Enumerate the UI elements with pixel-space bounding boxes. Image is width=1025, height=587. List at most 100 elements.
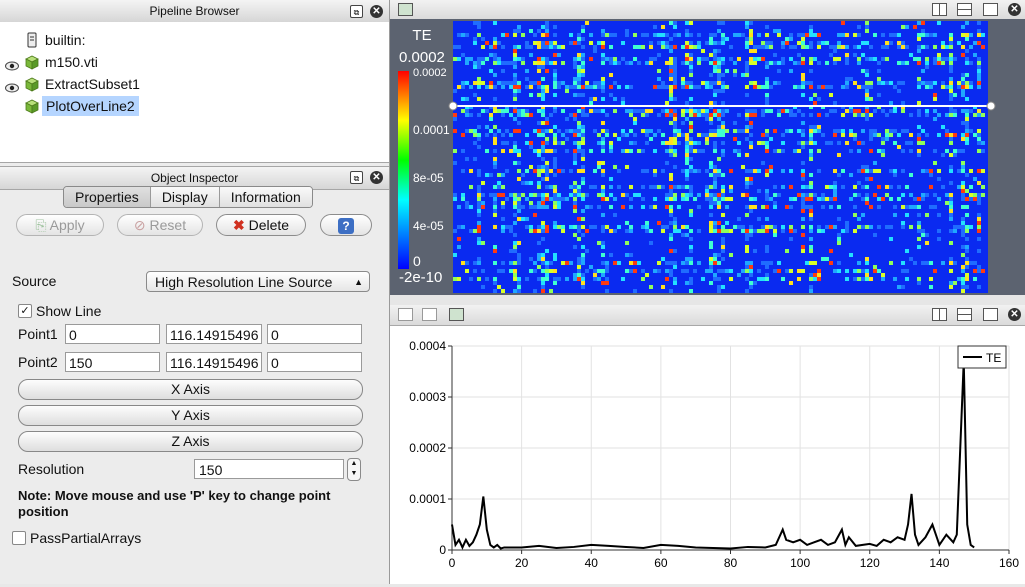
pipeline-item[interactable]: PlotOverLine2 <box>0 96 389 116</box>
apply-button[interactable]: ⎘ Apply <box>16 214 104 236</box>
help-button[interactable]: ? <box>320 214 372 236</box>
left-panel: Pipeline Browser ⧉ ✕ builtin: m150.vti Ext… <box>0 0 390 584</box>
color-legend-label-max: 0.0002 <box>399 49 445 66</box>
probe-point2-handle <box>986 101 996 111</box>
resolution-label: Resolution <box>18 461 85 477</box>
reset-button[interactable]: ⊘ Reset <box>117 214 203 236</box>
close-view-icon[interactable]: ✕ <box>1008 3 1021 16</box>
x-tick-label: 80 <box>724 556 738 570</box>
pipeline-item-label: m150.vti <box>45 54 98 70</box>
x-tick-label: 60 <box>654 556 668 570</box>
x-tick-label: 0 <box>449 556 456 570</box>
legend-label: TE <box>986 351 1001 365</box>
eye-icon[interactable] <box>5 56 19 71</box>
color-ramp <box>398 71 409 269</box>
render-view-toolbar: ✕ <box>390 0 1025 20</box>
point1-z-field[interactable]: 0 <box>267 324 362 344</box>
color-legend-label: 0.0002 <box>413 67 447 79</box>
x-tick-label: 140 <box>929 556 949 570</box>
split-horizontal-icon[interactable] <box>932 3 947 16</box>
show-line-checkbox[interactable]: ✓ <box>18 304 32 318</box>
inspector-tabs: Properties Display Information <box>63 186 313 208</box>
pass-partial-label: PassPartialArrays <box>30 530 142 546</box>
point2-x-field[interactable]: 150 <box>65 352 160 372</box>
cube-icon <box>24 76 40 92</box>
pipeline-tree: builtin: m150.vti ExtractSubset1 PlotOverLi… <box>0 22 389 163</box>
delete-button[interactable]: ✖ Delete <box>216 214 306 236</box>
server-icon <box>24 32 40 48</box>
x-tick-label: 40 <box>585 556 599 570</box>
zoom-to-data-icon[interactable] <box>398 308 413 321</box>
y-tick-label: 0 <box>439 543 446 557</box>
help-icon: ? <box>338 218 354 234</box>
reset-icon: ⊘ <box>133 217 146 233</box>
pipeline-item-label: PlotOverLine2 <box>42 96 139 116</box>
x-tick-label: 100 <box>790 556 810 570</box>
delete-icon: ✖ <box>232 217 245 233</box>
delete-label: Delete <box>248 217 290 233</box>
eye-icon[interactable] <box>5 78 19 93</box>
camera-icon[interactable] <box>398 3 413 16</box>
close-view-icon[interactable]: ✕ <box>1008 308 1021 321</box>
x-tick-label: 160 <box>999 556 1019 570</box>
series-line <box>451 361 975 550</box>
tab-display[interactable]: Display <box>150 187 220 207</box>
y-tick-label: 0.0003 <box>409 390 446 404</box>
y-tick-label: 0.0001 <box>409 492 446 506</box>
maximize-icon[interactable] <box>983 3 998 16</box>
color-legend-title: TE <box>412 27 432 44</box>
updown-arrows-icon: ▲ <box>354 277 363 287</box>
chart-view-toolbar: ✕ <box>390 305 1025 326</box>
cube-icon <box>24 54 40 70</box>
tab-information[interactable]: Information <box>219 187 312 207</box>
note-text: Note: Move mouse and use 'P' key to chan… <box>18 488 331 519</box>
resolution-stepper[interactable]: ▲ ▼ <box>347 458 361 481</box>
float-panel-icon[interactable]: ⧉ <box>350 5 363 18</box>
pass-partial-checkbox[interactable] <box>12 531 26 545</box>
color-legend: TE 0.0002 0.0002 0.0001 8e-05 4e-05 0 -2… <box>396 27 450 289</box>
probe-point1-handle <box>448 101 458 111</box>
point1-label: Point1 <box>18 326 58 342</box>
x-axis-button[interactable]: X Axis <box>18 379 363 400</box>
color-legend-label: 8e-05 <box>413 171 444 185</box>
pipeline-item[interactable]: builtin: <box>0 30 389 50</box>
x-tick-label: 120 <box>860 556 880 570</box>
resolution-field[interactable]: 150 <box>194 459 344 479</box>
split-horizontal-icon[interactable] <box>932 308 947 321</box>
color-legend-label: 4e-05 <box>413 219 444 233</box>
maximize-icon[interactable] <box>983 308 998 321</box>
pipeline-item-label: ExtractSubset1 <box>45 76 140 92</box>
zoom-out-icon[interactable] <box>422 308 437 321</box>
apply-icon: ⎘ <box>35 217 47 233</box>
heatmap-render[interactable] <box>390 19 1025 295</box>
z-axis-button[interactable]: Z Axis <box>18 431 363 452</box>
point2-y-field[interactable]: 116.14915496 <box>166 352 262 372</box>
y-tick-label: 0.0004 <box>409 339 446 353</box>
pipeline-browser-title: Pipeline Browser <box>0 0 389 23</box>
camera-icon[interactable] <box>449 308 464 321</box>
point1-x-field[interactable]: 0 <box>65 324 160 344</box>
render-view[interactable]: TE 0.0002 0.0002 0.0001 8e-05 4e-05 0 -2… <box>390 19 1025 295</box>
point2-z-field[interactable]: 0 <box>267 352 362 372</box>
source-select[interactable]: High Resolution Line Source ▲ <box>146 271 370 292</box>
view-splitter[interactable] <box>390 295 1025 305</box>
pipeline-item-label: builtin: <box>45 32 86 48</box>
tab-properties[interactable]: Properties <box>64 187 151 207</box>
close-icon[interactable]: ✕ <box>370 171 383 184</box>
y-tick-label: 0.0002 <box>409 441 446 455</box>
apply-label: Apply <box>49 217 85 233</box>
split-vertical-icon[interactable] <box>957 3 972 16</box>
line-chart[interactable]: 0 20 40 60 80 100 120 140 160 0 0.0001 0.0002 0.0003… <box>390 326 1025 584</box>
pipeline-item[interactable]: ExtractSubset1 <box>0 74 389 94</box>
split-vertical-icon[interactable] <box>957 308 972 321</box>
chart-legend: TE <box>957 345 1007 369</box>
source-value: High Resolution Line Source <box>155 274 333 290</box>
point1-y-field[interactable]: 116.14915496 <box>166 324 262 344</box>
color-legend-label: 0 <box>413 253 421 269</box>
y-axis-button[interactable]: Y Axis <box>18 405 363 426</box>
pipeline-item[interactable]: m150.vti <box>0 52 389 72</box>
close-icon[interactable]: ✕ <box>370 5 383 18</box>
float-panel-icon[interactable]: ⧉ <box>350 171 363 184</box>
line-chart-view[interactable]: 0 20 40 60 80 100 120 140 160 0 0.0001 0.0002 0.0003… <box>390 326 1025 584</box>
point2-label: Point2 <box>18 354 58 370</box>
